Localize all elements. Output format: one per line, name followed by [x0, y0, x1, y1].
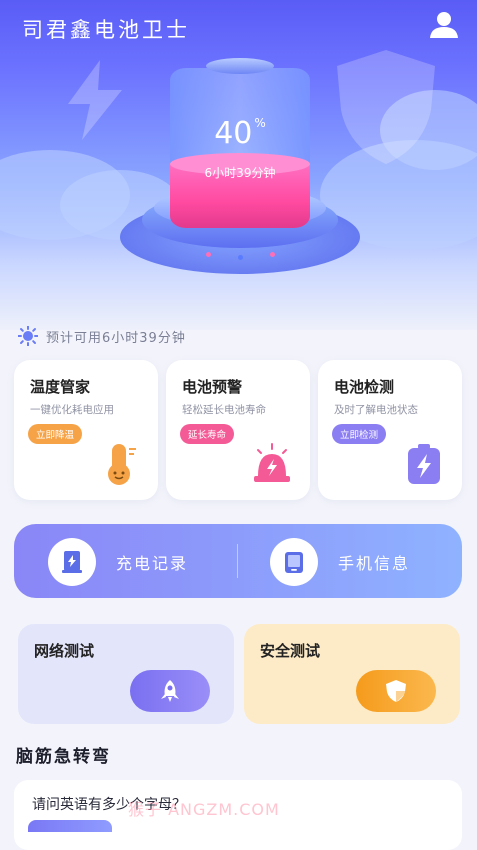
security-test-title: 安全测试	[260, 642, 321, 660]
phone-info-button[interactable]: 手机信息	[270, 538, 410, 586]
battery-cap	[206, 58, 274, 74]
battery-bolt-icon	[408, 444, 440, 484]
card-desc: 一键优化耗电应用	[30, 404, 114, 416]
network-test-button[interactable]	[130, 670, 210, 712]
security-test-card[interactable]: 安全测试	[244, 624, 460, 724]
card-title: 电池预警	[182, 378, 243, 396]
card-battery-warning[interactable]: 电池预警 轻松延长电池寿命 延长寿命	[166, 360, 310, 500]
sun-icon	[18, 326, 38, 346]
watermark: 猴子 ANGZM.COM	[128, 800, 280, 819]
extend-life-button[interactable]: 延长寿命	[180, 424, 235, 444]
phone-info-icon	[285, 552, 303, 573]
battery-time-remaining: 6小时39分钟	[204, 166, 276, 180]
app-title: 司君鑫电池卫士	[22, 18, 190, 42]
card-title: 电池检测	[334, 378, 395, 396]
divider	[237, 544, 238, 578]
shield-icon	[386, 680, 406, 702]
check-now-button[interactable]: 立即检测	[332, 424, 387, 444]
hero-banner: 司君鑫电池卫士 40% 6小时39分钟	[0, 0, 477, 330]
charge-record-icon	[62, 551, 82, 573]
battery-percent: 40%	[120, 116, 360, 151]
battery-percent-value: 40	[214, 116, 253, 151]
cool-down-button[interactable]: 立即降温	[28, 424, 83, 444]
network-test-card[interactable]: 网络测试	[18, 624, 234, 724]
thermometer-icon	[108, 444, 136, 485]
estimate-row: 预计可用6小时39分钟	[18, 326, 186, 346]
quick-actions-bar: 充电记录 手机信息	[14, 524, 462, 598]
rocket-icon	[161, 680, 179, 702]
charge-record-label: 充电记录	[116, 554, 189, 573]
answer-button[interactable]	[28, 820, 112, 832]
charge-record-button[interactable]: 充电记录	[48, 538, 188, 586]
card-desc: 轻松延长电池寿命	[182, 404, 266, 416]
user-profile-icon[interactable]	[429, 11, 459, 39]
card-title: 温度管家	[30, 378, 91, 396]
estimate-text: 预计可用6小时39分钟	[46, 330, 186, 346]
brain-teaser-title: 脑筋急转弯	[16, 747, 111, 767]
card-temperature[interactable]: 温度管家 一键优化耗电应用 立即降温	[14, 360, 158, 500]
card-battery-check[interactable]: 电池检测 及时了解电池状态 立即检测	[318, 360, 462, 500]
alarm-icon	[254, 443, 290, 482]
phone-info-label: 手机信息	[338, 554, 411, 573]
battery-percent-unit: %	[254, 116, 266, 130]
card-desc: 及时了解电池状态	[334, 404, 418, 416]
battery-visual: 40% 6小时39分钟	[120, 52, 360, 274]
security-test-button[interactable]	[356, 670, 436, 712]
network-test-title: 网络测试	[34, 642, 95, 660]
